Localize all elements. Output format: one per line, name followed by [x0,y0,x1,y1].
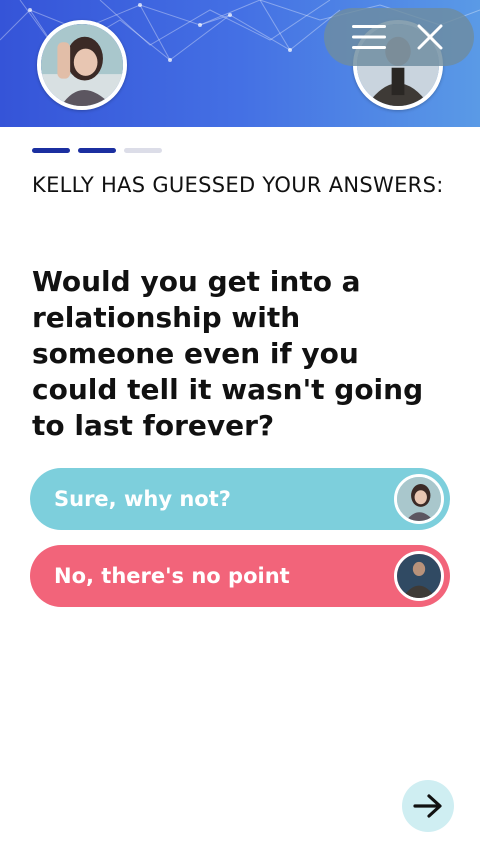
answer-label: No, there's no point [54,564,290,588]
partner-avatar [394,551,444,601]
header-banner [0,0,480,127]
kelly-avatar [394,474,444,524]
progress-step-1 [32,148,70,153]
guess-heading: KELLY HAS GUESSED YOUR ANSWERS: [32,173,444,197]
arrow-right-icon [413,794,442,818]
answer-option-no[interactable]: No, there's no point [30,545,450,607]
progress-step-2 [78,148,116,153]
header-controls [324,8,474,66]
hamburger-menu-icon[interactable] [346,14,392,60]
close-icon[interactable] [407,14,453,60]
progress-step-3 [124,148,162,153]
answer-label: Sure, why not? [54,487,231,511]
quiz-screen: KELLY HAS GUESSED YOUR ANSWERS: Would yo… [0,0,480,852]
answer-option-sure[interactable]: Sure, why not? [30,468,450,530]
next-button[interactable] [402,780,454,832]
progress-indicator [32,148,162,153]
question-text: Would you get into a relationship with s… [32,265,424,442]
kelly-avatar [37,20,127,110]
